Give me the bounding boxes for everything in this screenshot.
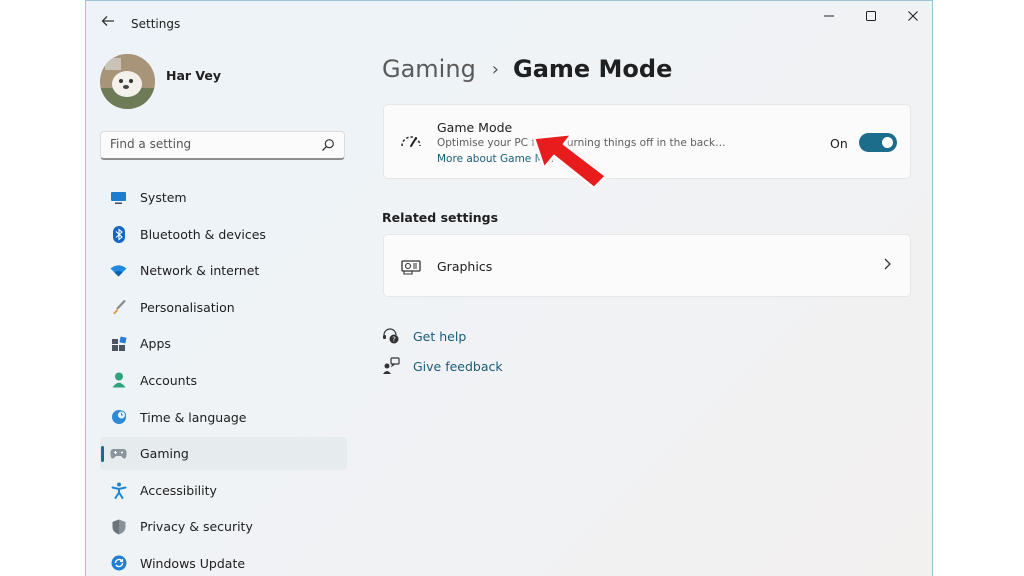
toggle-state-label: On bbox=[830, 136, 848, 151]
sidebar-item-system[interactable]: System bbox=[100, 181, 347, 214]
title-bar: Settings bbox=[86, 1, 932, 45]
sidebar-item-label: Accessibility bbox=[140, 482, 217, 498]
graphics-label: Graphics bbox=[437, 259, 493, 274]
sidebar-item-privacy-security[interactable]: Privacy & security bbox=[100, 510, 347, 543]
app-title: Settings bbox=[131, 17, 181, 31]
sidebar-item-accounts[interactable]: Accounts bbox=[100, 364, 347, 397]
maximize-button[interactable] bbox=[856, 7, 886, 29]
brush-icon bbox=[110, 299, 127, 316]
sidebar-item-time-language[interactable]: Time & language bbox=[100, 401, 347, 434]
related-settings-heading: Related settings bbox=[382, 210, 499, 225]
get-help-link[interactable]: ? Get help bbox=[382, 327, 466, 345]
back-arrow-icon bbox=[101, 16, 114, 26]
speedometer-icon bbox=[401, 136, 421, 147]
close-button[interactable] bbox=[898, 7, 928, 29]
sidebar-item-label: Windows Update bbox=[140, 555, 246, 571]
sidebar-item-personalisation[interactable]: Personalisation bbox=[100, 291, 347, 324]
apps-icon bbox=[110, 335, 127, 352]
minimize-button[interactable] bbox=[814, 7, 844, 29]
chevron-right-icon bbox=[882, 257, 892, 275]
give-feedback-label: Give feedback bbox=[413, 358, 503, 374]
sidebar-item-label: Accounts bbox=[140, 372, 197, 388]
sidebar-item-label: Time & language bbox=[140, 409, 247, 425]
sidebar-item-label: Personalisation bbox=[140, 299, 235, 315]
red-arrow-annotation-icon bbox=[532, 132, 608, 190]
search-input[interactable] bbox=[110, 137, 310, 151]
sidebar-item-label: System bbox=[140, 190, 187, 205]
accessibility-icon bbox=[110, 482, 127, 499]
game-mode-toggle[interactable] bbox=[859, 133, 897, 152]
profile-photo-icon bbox=[100, 54, 155, 109]
game-mode-card: Game Mode Optimise your PC f… … turning … bbox=[383, 104, 911, 179]
back-button[interactable] bbox=[98, 13, 118, 33]
game-mode-title: Game Mode bbox=[437, 120, 513, 135]
sidebar-item-network-internet[interactable]: Network & internet bbox=[100, 254, 347, 287]
give-feedback-link[interactable]: Give feedback bbox=[382, 357, 503, 375]
breadcrumb: Gaming › Game Mode bbox=[382, 55, 672, 83]
user-name: Har Vey bbox=[166, 68, 222, 83]
sidebar-item-label: Privacy & security bbox=[140, 519, 253, 535]
minimize-icon bbox=[824, 15, 834, 17]
get-help-label: Get help bbox=[413, 328, 467, 344]
wifi-icon bbox=[110, 262, 127, 279]
globe-clock-icon bbox=[110, 409, 127, 426]
help-icon: ? bbox=[383, 328, 399, 344]
sidebar-item-label: Bluetooth & devices bbox=[140, 226, 266, 242]
search-icon[interactable] bbox=[321, 138, 335, 152]
sidebar-item-accessibility[interactable]: Accessibility bbox=[100, 474, 347, 507]
sidebar-item-apps[interactable]: Apps bbox=[100, 327, 347, 360]
close-icon bbox=[908, 11, 918, 21]
sidebar-item-label: Gaming bbox=[140, 446, 189, 462]
sidebar-item-label: Network & internet bbox=[140, 263, 260, 279]
monitor-icon bbox=[110, 189, 127, 206]
sidebar-nav: System Bluetooth & devices Network & int… bbox=[100, 181, 347, 576]
maximize-icon bbox=[866, 11, 876, 21]
breadcrumb-parent[interactable]: Gaming bbox=[382, 55, 476, 83]
sidebar-item-gaming[interactable]: Gaming bbox=[100, 437, 347, 471]
gamepad-icon bbox=[110, 445, 127, 462]
sidebar-item-windows-update[interactable]: Windows Update bbox=[100, 547, 347, 576]
graphics-card-icon bbox=[401, 260, 421, 275]
graphics-settings-link[interactable]: Graphics bbox=[383, 234, 911, 297]
toggle-knob bbox=[882, 137, 893, 148]
feedback-icon bbox=[383, 357, 400, 374]
search-box[interactable] bbox=[100, 131, 345, 160]
shield-icon bbox=[110, 518, 127, 535]
settings-window: Settings Har Vey Find a setting System B… bbox=[85, 0, 933, 576]
chevron-right-icon: › bbox=[491, 58, 499, 80]
sidebar-item-bluetooth-devices[interactable]: Bluetooth & devices bbox=[100, 218, 347, 251]
avatar[interactable] bbox=[100, 54, 155, 109]
svg-text:?: ? bbox=[392, 336, 396, 344]
update-icon bbox=[110, 555, 127, 572]
person-icon bbox=[110, 372, 127, 389]
bluetooth-icon bbox=[110, 225, 127, 243]
sidebar-item-label: Apps bbox=[140, 336, 171, 352]
page-title: Game Mode bbox=[513, 55, 673, 83]
